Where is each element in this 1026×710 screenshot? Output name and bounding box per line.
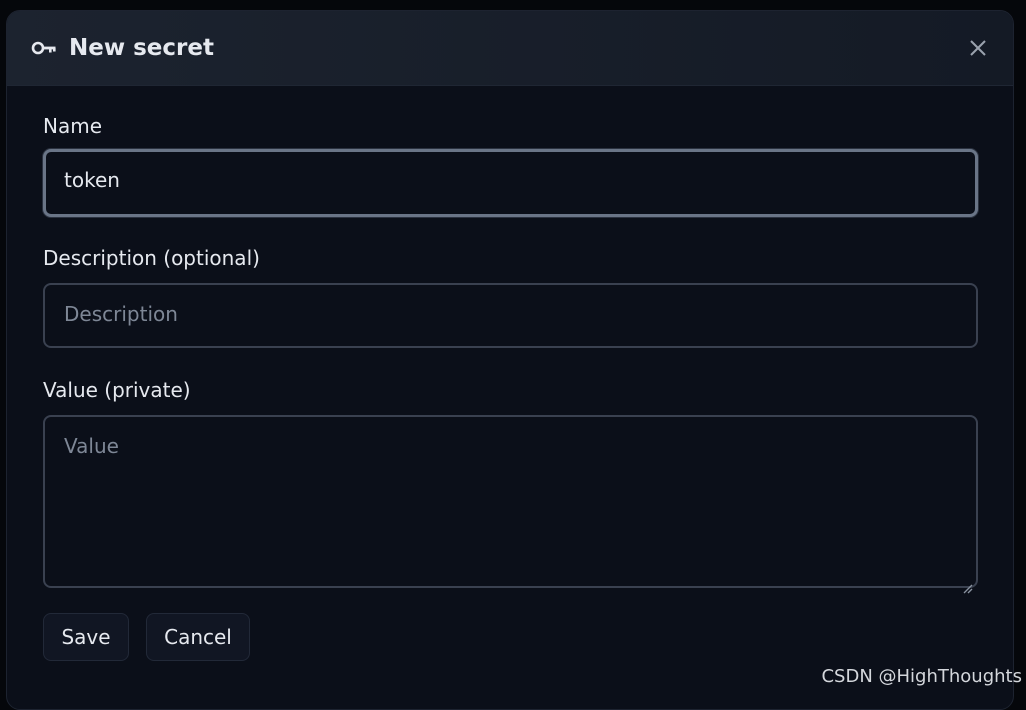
value-textarea[interactable]: Value <box>43 415 978 594</box>
dialog-title: New secret <box>69 35 214 61</box>
name-input-value: token <box>64 168 120 192</box>
name-input[interactable]: token <box>43 149 978 217</box>
new-secret-dialog: New secret Name token Description (optio… <box>6 10 1014 710</box>
save-button[interactable]: Save <box>43 613 129 661</box>
dialog-header: New secret <box>7 11 1013 86</box>
name-label: Name <box>43 114 103 138</box>
key-icon <box>31 37 57 59</box>
description-input[interactable]: Description <box>43 283 978 348</box>
resize-handle-icon[interactable] <box>963 573 973 594</box>
value-label: Value (private) <box>43 378 191 402</box>
description-placeholder: Description <box>64 302 178 326</box>
description-label: Description (optional) <box>43 246 260 270</box>
watermark-text: CSDN @HighThoughts <box>821 666 1022 687</box>
close-icon[interactable] <box>969 39 987 57</box>
cancel-button[interactable]: Cancel <box>146 613 250 661</box>
value-placeholder: Value <box>64 434 119 458</box>
